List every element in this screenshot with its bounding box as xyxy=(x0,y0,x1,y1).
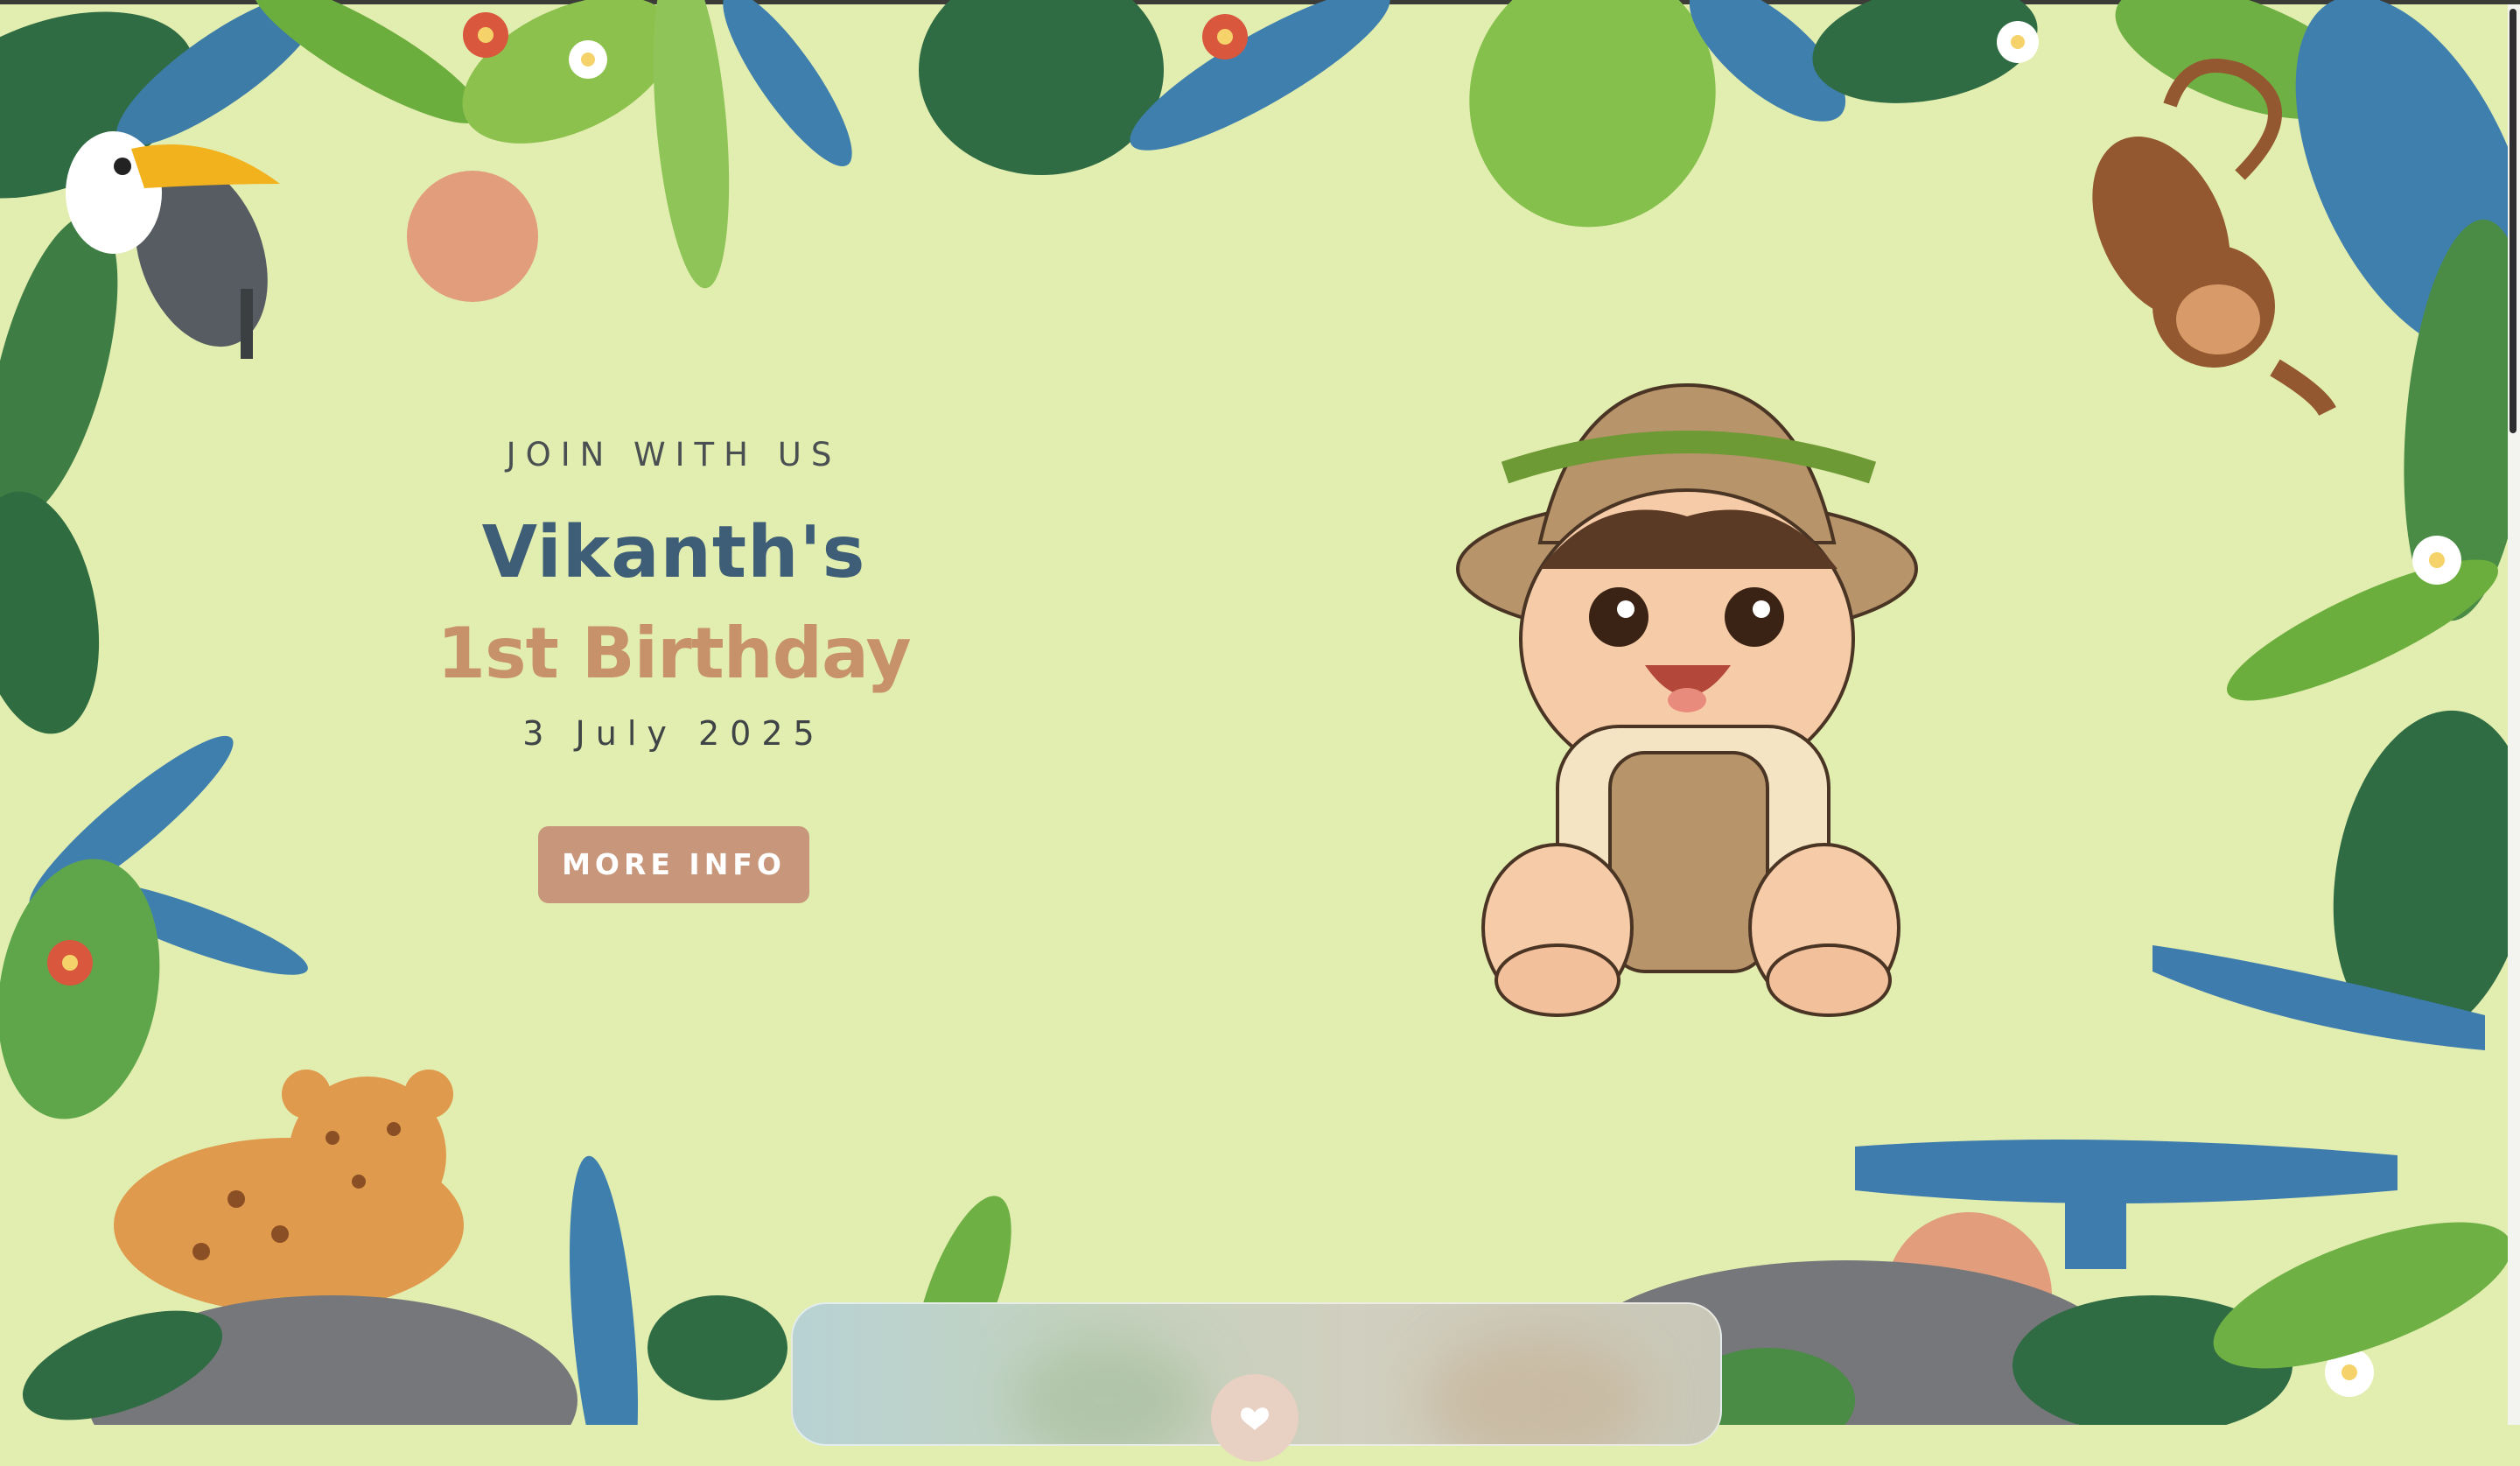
occasion-title: 1st Birthday xyxy=(437,613,911,694)
event-date: 3 July 2025 xyxy=(522,714,825,753)
baby-explorer-illustration xyxy=(1456,382,1918,1017)
jungle-scene xyxy=(0,0,2520,1425)
celebrant-name: Vikanth's xyxy=(481,511,866,594)
scrollbar-thumb[interactable] xyxy=(2510,9,2516,433)
eyebrow-text: JOIN WITH US xyxy=(506,436,842,473)
more-info-button[interactable]: MORE INFO xyxy=(538,826,809,903)
heart-icon xyxy=(1241,1407,1269,1430)
leopard-illustration xyxy=(114,1070,464,1313)
card-blur-shape xyxy=(1012,1339,1204,1444)
heart-toggle-button[interactable] xyxy=(1211,1374,1298,1462)
invitation-hero: JOIN WITH US Vikanth's 1st Birthday 3 Ju… xyxy=(402,420,945,903)
card-blur-shape xyxy=(1423,1330,1650,1444)
